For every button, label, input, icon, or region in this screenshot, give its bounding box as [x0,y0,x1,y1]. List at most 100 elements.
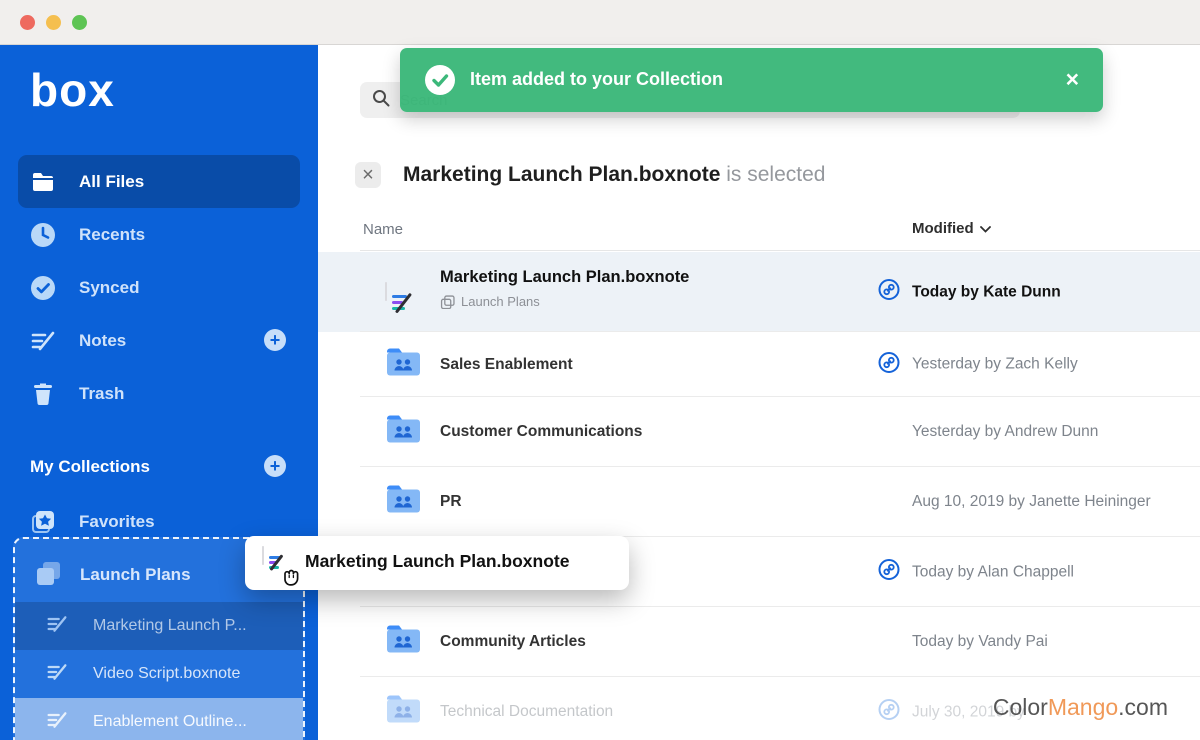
collection-icon [440,295,455,309]
table-row-marketing-launch-plan[interactable]: Marketing Launch Plan.boxnote Launch Pla… [318,252,1200,332]
folder-icon [30,169,56,195]
success-check-icon [425,65,455,95]
sidebar-item-recents[interactable]: Recents [0,208,318,261]
modified-text: Today by Vandy Pai [912,633,1048,651]
sidebar-item-synced[interactable]: Synced [0,261,318,314]
sidebar-item-label: Notes [79,331,126,351]
link-icon-spacer [878,491,900,513]
table-row-pr[interactable]: PR Aug 10, 2019 by Janette Heininger [318,467,1200,537]
modified-cell: Aug 10, 2019 by Janette Heininger [878,491,1151,513]
boxnote-icon [46,710,68,735]
collection-icon [35,560,61,591]
collection-tag-label: Launch Plans [461,294,540,309]
watermark-part: .com [1118,694,1168,720]
boxnote-icon [46,662,68,687]
table-row-customer-communications[interactable]: Customer Communications Yesterday by And… [318,397,1200,467]
folder-name: PR [440,493,462,511]
grab-hand-cursor-icon [277,561,305,594]
toast-notification: Item added to your Collection × [400,48,1103,112]
sidebar-item-all-files[interactable]: All Files [18,155,300,208]
modified-text: Yesterday by Andrew Dunn [912,423,1098,441]
trash-icon [30,381,56,407]
watermark-part: Color [993,694,1048,720]
sidebar-item-label: Video Script.boxnote [93,665,240,683]
column-header-modified[interactable]: Modified [912,220,991,237]
sidebar-item-label: Marketing Launch P... [93,617,247,635]
boxnote-file-icon [262,547,264,565]
sidebar-item-label: Favorites [79,512,155,532]
table-row-sales-enablement[interactable]: Sales Enablement Yesterday by Zach Kelly [318,332,1200,397]
sidebar-item-label: Synced [79,278,139,298]
drag-ghost[interactable]: Marketing Launch Plan.boxnote [245,536,629,590]
shared-link-icon[interactable] [878,559,900,586]
sidebar-item-label: Launch Plans [80,565,191,585]
modified-text: Aug 10, 2019 by Janette Heininger [912,493,1151,511]
shared-link-icon[interactable] [878,699,900,726]
sidebar-item-label: Trash [79,384,124,404]
add-collection-button[interactable]: + [264,455,286,477]
add-note-button[interactable]: + [264,329,286,351]
sidebar-item-label: Enablement Outline... [93,713,247,731]
shared-folder-icon [385,347,422,382]
box-logo[interactable]: box [30,67,115,113]
watermark-part: Mango [1048,694,1118,720]
close-selection-icon[interactable]: × [355,162,381,188]
shared-folder-icon [385,625,422,660]
modified-text: Today by Alan Chappell [912,563,1074,581]
modified-cell: Today by Vandy Pai [878,631,1048,653]
boxnote-file-icon [385,283,387,301]
file-name: Marketing Launch Plan.boxnote [440,268,689,287]
favorites-star-icon [30,509,56,535]
sidebar: box All Files Recents Synced Notes + Tra… [0,45,318,740]
modified-cell: Today by Alan Chappell [878,559,1074,586]
selection-suffix: is selected [726,163,825,186]
shared-link-icon[interactable] [878,351,900,378]
folder-name: Technical Documentation [440,703,613,721]
window-close-button[interactable] [20,15,35,30]
window-minimize-button[interactable] [46,15,61,30]
sidebar-item-label: All Files [79,172,144,192]
drag-ghost-label: Marketing Launch Plan.boxnote [305,551,569,572]
link-icon-spacer [878,631,900,653]
column-header-name[interactable]: Name [363,221,403,238]
table-header-divider [360,250,1200,251]
boxnote-icon [30,328,56,354]
chevron-down-icon [980,220,991,237]
folder-name: Sales Enablement [440,356,573,374]
shared-folder-icon [385,415,422,450]
folder-name: Community Articles [440,633,586,651]
modified-cell: Today by Kate Dunn [878,279,1061,306]
window-zoom-button[interactable] [72,15,87,30]
modified-text: Yesterday by Zach Kelly [912,356,1078,374]
table-row-community-articles[interactable]: Community Articles Today by Vandy Pai [318,607,1200,677]
search-icon [372,89,390,112]
sidebar-item-enablement-outline[interactable]: Enablement Outline... [15,698,303,740]
clock-icon [30,222,56,248]
my-collections-header: My Collections [30,457,150,477]
sidebar-item-marketing-launch-plan[interactable]: Marketing Launch P... [15,602,303,650]
sidebar-item-label: Recents [79,225,145,245]
shared-folder-icon [385,485,422,520]
toast-close-icon[interactable]: × [1066,66,1079,94]
window-titlebar [0,0,1200,45]
file-list: Marketing Launch Plan.boxnote Launch Pla… [318,252,1200,740]
watermark: ColorMango.com [993,694,1168,721]
main-content: × Marketing Launch Plan.boxnote is selec… [318,45,1200,740]
sidebar-item-notes[interactable]: Notes + [0,314,318,367]
selection-title: Marketing Launch Plan.boxnote is selecte… [403,163,825,187]
sidebar-item-trash[interactable]: Trash [0,367,318,420]
toast-message: Item added to your Collection [470,69,723,90]
modified-text: Today by Kate Dunn [912,283,1061,301]
shared-link-icon[interactable] [878,279,900,306]
modified-cell: Yesterday by Zach Kelly [878,351,1078,378]
boxnote-icon [46,614,68,639]
modified-cell: Yesterday by Andrew Dunn [878,421,1098,443]
link-icon-spacer [878,421,900,443]
check-circle-icon [30,275,56,301]
file-collection-tag: Launch Plans [440,294,540,309]
folder-name: Customer Communications [440,423,642,441]
selected-file-name: Marketing Launch Plan.boxnote [403,163,720,186]
column-header-modified-label: Modified [912,220,974,237]
sidebar-item-video-script[interactable]: Video Script.boxnote [15,650,303,698]
shared-folder-icon [385,695,422,730]
